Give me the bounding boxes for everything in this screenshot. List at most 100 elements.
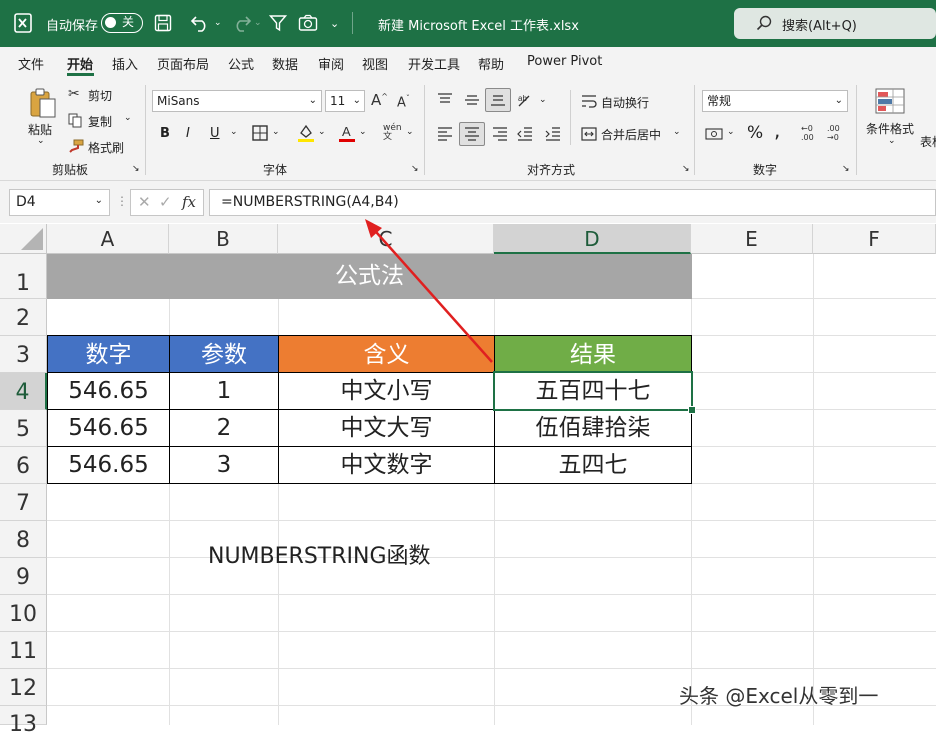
merge-dropdown-icon[interactable]: ⌄: [673, 127, 681, 137]
bold-button[interactable]: B: [160, 126, 170, 141]
underline-dropdown-icon[interactable]: ⌄: [230, 127, 238, 137]
data-cell-c5[interactable]: 中文大写: [278, 409, 495, 447]
row-header-13[interactable]: 13: [0, 706, 47, 737]
fill-color-icon[interactable]: [297, 123, 315, 147]
orientation-dropdown-icon[interactable]: ⌄: [539, 95, 547, 105]
data-cell-c6[interactable]: 中文数字: [278, 446, 495, 484]
format-as-table-label[interactable]: 表格: [920, 133, 936, 150]
note-text[interactable]: NUMBERSTRING函数: [208, 540, 468, 574]
conditional-dropdown-icon[interactable]: ⌄: [888, 136, 896, 146]
undo-icon[interactable]: [190, 13, 212, 37]
decrease-decimal-icon[interactable]: .00 →0: [827, 124, 840, 142]
cut-icon[interactable]: ✂: [68, 87, 80, 101]
accounting-format-icon[interactable]: [705, 126, 723, 145]
select-all-button[interactable]: [0, 224, 47, 254]
data-cell-b6[interactable]: 3: [169, 446, 279, 484]
row-header-7[interactable]: 7: [0, 484, 47, 521]
format-painter-label[interactable]: 格式刷: [88, 139, 124, 156]
font-color-dropdown-icon[interactable]: ⌄: [359, 127, 367, 137]
customize-toolbar-icon[interactable]: ⌄: [330, 17, 339, 30]
row-header-8[interactable]: 8: [0, 521, 47, 558]
borders-icon[interactable]: [252, 125, 268, 145]
row-header-12[interactable]: 12: [0, 669, 47, 706]
phonetic-dropdown-icon[interactable]: ⌄: [406, 127, 414, 137]
font-launcher-icon[interactable]: ↘: [411, 164, 419, 174]
tab-review[interactable]: 审阅: [318, 54, 344, 73]
paste-icon[interactable]: [28, 87, 58, 123]
autosave-toggle[interactable]: 关: [101, 13, 143, 33]
data-cell-c4[interactable]: 中文小写: [278, 372, 495, 410]
tab-page-layout[interactable]: 页面布局: [157, 54, 209, 73]
tab-data[interactable]: 数据: [272, 54, 298, 73]
tab-home[interactable]: 开始: [67, 54, 93, 73]
alignment-launcher-icon[interactable]: ↘: [682, 164, 690, 174]
header-cell-result[interactable]: 结果: [494, 335, 692, 373]
tab-formulas[interactable]: 公式: [228, 54, 254, 73]
comma-style-icon[interactable]: ,: [774, 120, 780, 140]
search-box[interactable]: 搜索(Alt+Q): [734, 8, 936, 39]
row-header-5[interactable]: 5: [0, 410, 47, 447]
copy-label[interactable]: 复制: [88, 113, 112, 130]
column-header-f[interactable]: F: [813, 224, 936, 254]
column-header-b[interactable]: B: [169, 224, 278, 254]
font-color-icon[interactable]: A: [338, 123, 356, 147]
increase-font-icon[interactable]: A^: [371, 93, 388, 108]
accounting-dropdown-icon[interactable]: ⌄: [727, 127, 735, 137]
conditional-formatting-icon[interactable]: [875, 88, 905, 118]
align-top-icon[interactable]: [437, 92, 453, 111]
enter-icon[interactable]: ✓: [159, 193, 172, 211]
header-cell-param[interactable]: 参数: [169, 335, 279, 373]
cut-label[interactable]: 剪切: [88, 87, 112, 104]
wrap-text-icon[interactable]: [581, 93, 597, 113]
tab-file[interactable]: 文件: [18, 54, 44, 73]
data-cell-d6[interactable]: 五四七: [494, 446, 692, 484]
tab-help[interactable]: 帮助: [478, 54, 504, 73]
merge-center-icon[interactable]: [581, 126, 597, 145]
tab-power-pivot[interactable]: Power Pivot: [527, 54, 602, 69]
tab-insert[interactable]: 插入: [112, 54, 138, 73]
tab-developer[interactable]: 开发工具: [408, 54, 460, 73]
borders-dropdown-icon[interactable]: ⌄: [272, 127, 280, 137]
wrap-text-label[interactable]: 自动换行: [601, 94, 649, 111]
font-name-combo[interactable]: MiSans ⌄: [152, 90, 322, 112]
column-header-d[interactable]: D: [494, 224, 691, 254]
row-header-9[interactable]: 9: [0, 558, 47, 595]
percent-icon[interactable]: %: [747, 123, 763, 143]
number-format-combo[interactable]: 常规 ⌄: [702, 90, 848, 112]
decrease-font-icon[interactable]: Aˇ: [397, 95, 410, 110]
font-size-combo[interactable]: 11 ⌄: [325, 90, 365, 112]
row-header-6[interactable]: 6: [0, 447, 47, 484]
align-middle-icon[interactable]: [464, 92, 480, 111]
row-header-10[interactable]: 10: [0, 595, 47, 632]
paste-dropdown-icon[interactable]: ⌄: [37, 136, 45, 146]
row-header-11[interactable]: 11: [0, 632, 47, 669]
merge-center-label[interactable]: 合并后居中: [601, 126, 661, 143]
header-cell-number[interactable]: 数字: [47, 335, 170, 373]
undo-dropdown-icon[interactable]: ⌄: [214, 18, 222, 28]
cancel-icon[interactable]: ✕: [138, 193, 151, 211]
orientation-icon[interactable]: ab: [517, 92, 535, 112]
format-painter-icon[interactable]: [68, 138, 84, 157]
row-header-3[interactable]: 3: [0, 336, 47, 373]
phonetic-icon[interactable]: wén 文: [383, 124, 402, 142]
fill-handle[interactable]: [688, 406, 696, 414]
row-header-1[interactable]: 1: [0, 254, 47, 299]
row-header-2[interactable]: 2: [0, 299, 47, 336]
data-cell-a5[interactable]: 546.65: [47, 409, 170, 447]
align-bottom-button[interactable]: [485, 88, 511, 112]
data-cell-a4[interactable]: 546.65: [47, 372, 170, 410]
tab-view[interactable]: 视图: [362, 54, 388, 73]
save-icon[interactable]: [154, 14, 172, 36]
align-center-button[interactable]: [459, 122, 485, 146]
column-header-a[interactable]: A: [47, 224, 169, 254]
column-header-e[interactable]: E: [691, 224, 813, 254]
data-cell-b5[interactable]: 2: [169, 409, 279, 447]
data-cell-a6[interactable]: 546.65: [47, 446, 170, 484]
clipboard-launcher-icon[interactable]: ↘: [132, 164, 140, 174]
formula-input[interactable]: =NUMBERSTRING(A4,B4): [209, 189, 936, 216]
data-cell-b4[interactable]: 1: [169, 372, 279, 410]
copy-icon[interactable]: [68, 113, 82, 132]
number-launcher-icon[interactable]: ↘: [842, 164, 850, 174]
decrease-indent-icon[interactable]: [517, 126, 533, 145]
name-box[interactable]: D4 ⌄: [9, 189, 110, 216]
